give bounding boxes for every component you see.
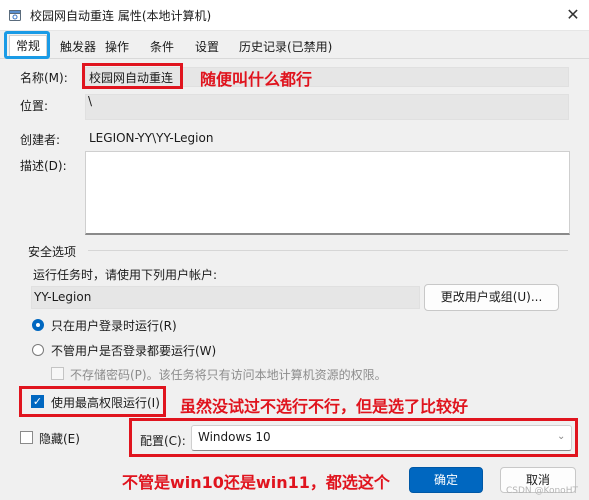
radio-whether-logged-on-label: 不管用户是否登录都要运行(W) [51,344,217,358]
tab-settings[interactable]: 设置 [195,38,219,56]
tab-general-annotation-box [4,31,50,59]
radio-logged-on[interactable] [32,319,44,331]
author-label: 创建者: [20,133,61,147]
hidden-checkbox[interactable] [20,431,33,444]
description-label: 描述(D): [20,159,67,173]
tab-actions[interactable]: 操作 [105,38,129,56]
security-group-label: 安全选项 [28,245,77,259]
task-scheduler-icon [9,10,21,21]
author-value: LEGION-YY\YY-Legion [89,131,214,145]
no-store-password-label: 不存储密码(P)。该任务将只有访问本地计算机资源的权限。 [70,368,387,382]
privileges-annotation-box [19,386,166,417]
run-as-value: YY-Legion [34,290,92,304]
csdn-watermark: CSDN @KonoHT [506,486,578,496]
security-group-divider [88,250,568,251]
hidden-label: 隐藏(E) [39,432,80,446]
radio-logged-on-label: 只在用户登录时运行(R) [51,319,177,333]
name-annotation-box [82,63,183,89]
ok-button[interactable]: 确定 [409,467,483,493]
tab-triggers[interactable]: 触发器 [60,38,96,56]
radio-whether-logged-on[interactable] [32,344,44,356]
run-as-label: 运行任务时，请使用下列用户帐户: [33,268,218,282]
location-label: 位置: [20,99,49,113]
configure-annotation-box [129,418,578,457]
configure-annotation-note: 不管是win10还是win11，都选这个 [122,473,390,492]
description-textarea[interactable] [85,151,570,235]
name-label: 名称(M): [20,71,68,85]
tab-conditions[interactable]: 条件 [150,38,174,56]
change-user-button[interactable]: 更改用户或组(U)... [424,284,559,311]
location-field [85,94,569,120]
close-icon[interactable]: ✕ [562,4,584,26]
window-title: 校园网自动重连 属性(本地计算机) [30,9,212,23]
location-value: \ [88,94,93,108]
name-annotation-note: 随便叫什么都行 [200,70,313,89]
tab-history[interactable]: 历史记录(已禁用) [239,38,332,56]
privileges-annotation-note: 虽然没试过不选行不行，但是选了比较好 [180,397,469,416]
no-store-password-checkbox[interactable] [51,367,64,380]
